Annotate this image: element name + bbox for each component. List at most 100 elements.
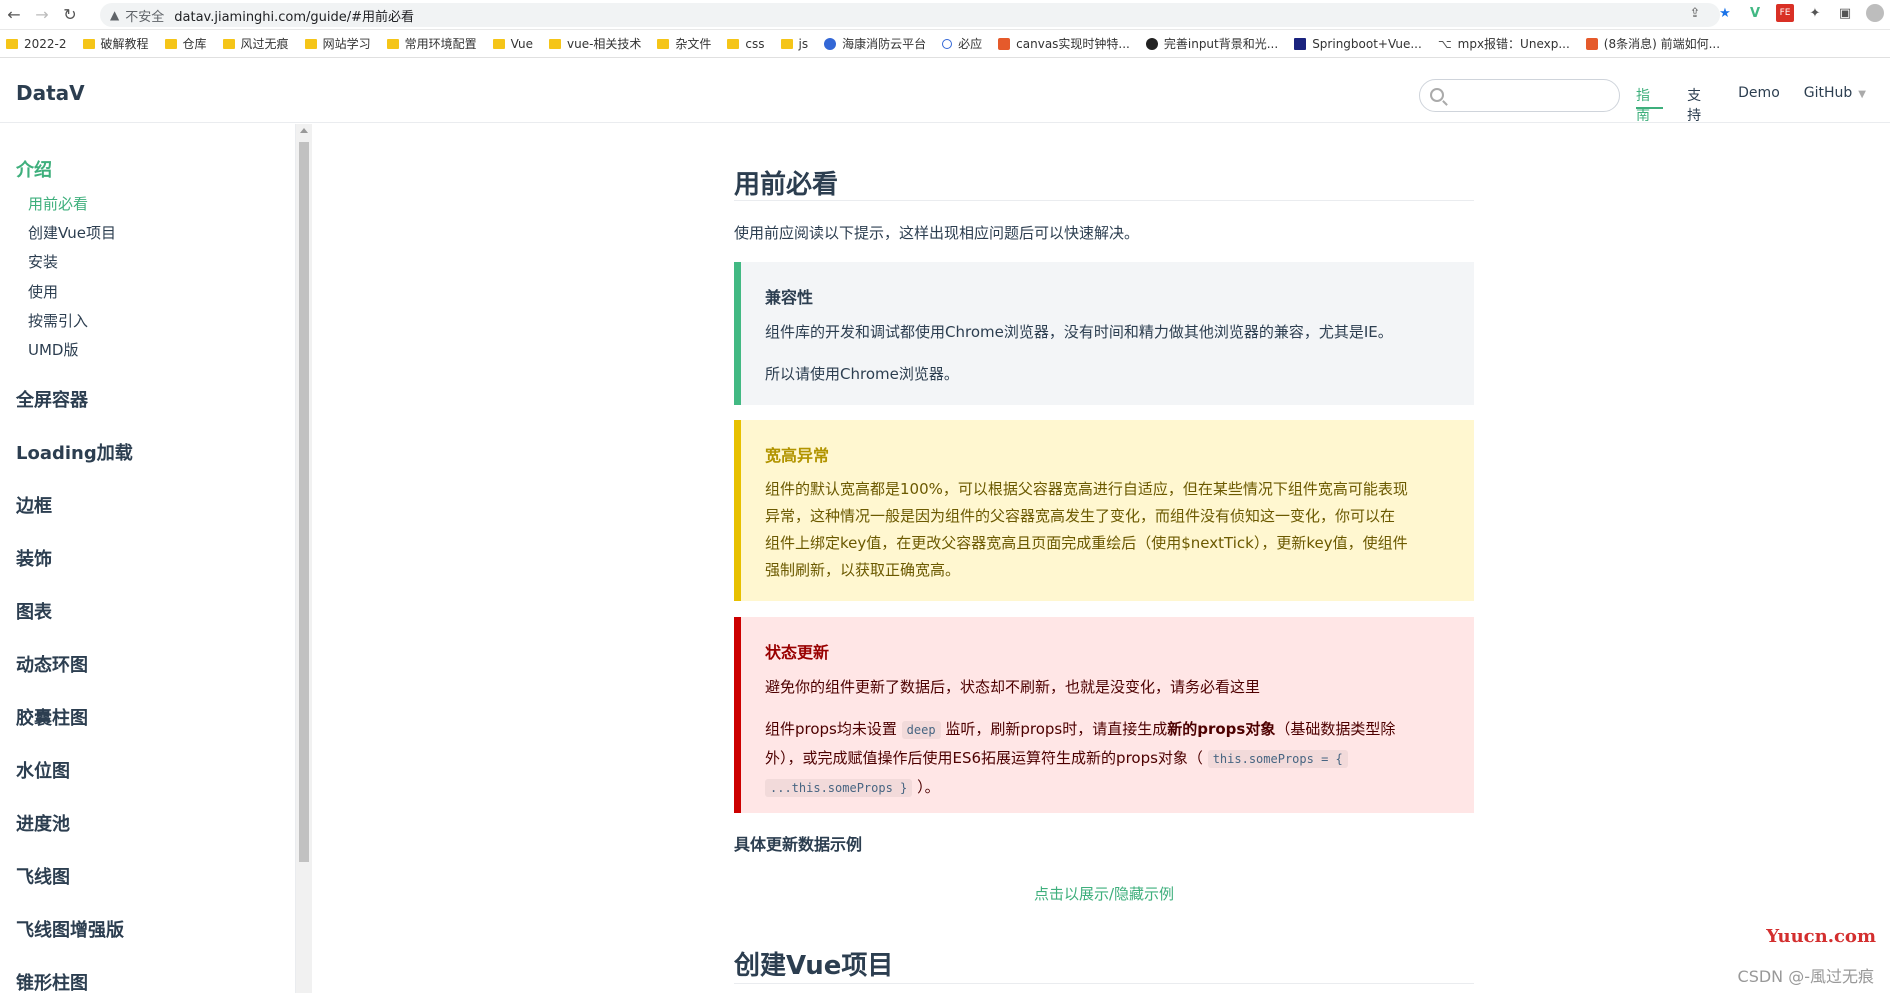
sidebar-group-border[interactable]: 边框	[16, 492, 52, 518]
search-box[interactable]	[1419, 79, 1620, 112]
nav-demo[interactable]: Demo	[1738, 85, 1780, 125]
sidebar-group-flyline[interactable]: 飞线图	[16, 863, 70, 889]
folder-icon	[548, 38, 561, 49]
folder-icon	[222, 38, 235, 49]
vue-devtools-icon[interactable]: V	[1746, 4, 1764, 22]
warning-line-2: 异常，这种情况一般是因为组件的父容器宽高发生了变化，而组件没有侦知这一变化，你可…	[765, 507, 1396, 525]
sidebar-group-charts[interactable]: 图表	[16, 598, 52, 624]
browser-actions: ⇪ ★ V FE ✦ ▣	[1686, 4, 1884, 22]
sidebar-item-before-use[interactable]: 用前必看	[28, 193, 88, 214]
forward-icon[interactable]: →	[28, 1, 56, 29]
bookmark-item[interactable]: 网站学习	[304, 35, 371, 52]
blue-icon	[824, 37, 837, 50]
bookmark-item[interactable]: css	[727, 36, 765, 51]
folder-icon	[780, 38, 793, 49]
sidebar-group-ring[interactable]: 动态环图	[16, 651, 88, 677]
bookmark-item[interactable]: Vue	[492, 36, 533, 51]
profile-avatar[interactable]	[1866, 4, 1884, 22]
fehelper-icon[interactable]: FE	[1776, 4, 1794, 22]
warning-line-4: 强制刷新，以获取正确宽高。	[765, 561, 961, 579]
bookmark-label: 杂文件	[675, 37, 712, 51]
sidebar-group-flyline-plus[interactable]: 飞线图增强版	[16, 916, 124, 942]
sidepanel-icon[interactable]: ▣	[1836, 4, 1854, 22]
csdn-icon	[998, 37, 1011, 50]
nav-guide[interactable]: 指南	[1636, 85, 1664, 125]
folder-icon	[6, 38, 18, 49]
toggle-example-link[interactable]: 点击以展示/隐藏示例	[734, 883, 1474, 904]
bookmark-item[interactable]: canvas实现时钟特...	[998, 35, 1130, 52]
folder-icon	[304, 38, 317, 49]
code-spread-2: ...this.someProps }	[765, 779, 913, 797]
nav-github[interactable]: GitHub ▼	[1804, 85, 1866, 125]
bookmark-label: 完善input背景和光...	[1163, 37, 1279, 51]
address-bar[interactable]: ▲ 不安全 datav.jiaminghi.com/guide/#用前必看	[100, 3, 1720, 27]
bookmark-item[interactable]: Springboot+Vue...	[1294, 37, 1422, 51]
bookmark-item[interactable]: 必应	[942, 35, 982, 52]
bookmark-label: css	[745, 36, 765, 51]
bookmark-label: 必应	[958, 37, 983, 51]
bookmark-item[interactable]: js	[780, 36, 809, 51]
bookmark-item[interactable]: 海康消防云平台	[824, 35, 926, 52]
chevron-down-icon: ▼	[1858, 89, 1866, 100]
sidebar-group-capsule[interactable]: 胶囊柱图	[16, 704, 88, 730]
sidebar-item-create-vue[interactable]: 创建Vue项目	[28, 222, 116, 243]
folder-icon	[386, 38, 399, 49]
insecure-label: 不安全	[125, 9, 165, 25]
danger-title: 状态更新	[765, 643, 830, 662]
sidebar-item-on-demand[interactable]: 按需引入	[28, 310, 88, 331]
bookmark-label: 风过无痕	[240, 37, 289, 51]
scrollbar-thumb[interactable]	[299, 142, 309, 862]
bookmark-item[interactable]: 常用环境配置	[386, 35, 477, 52]
sidebar-group-cone[interactable]: 锥形柱图	[16, 969, 88, 993]
sidebar-group-water[interactable]: 水位图	[16, 757, 70, 783]
bookmark-label: 破解教程	[100, 37, 149, 51]
nav-support[interactable]: 支持	[1687, 85, 1714, 125]
sidebar-item-umd[interactable]: UMD版	[28, 339, 78, 360]
sidebar-scrollbar[interactable]	[296, 124, 312, 993]
warning-line-3: 组件上绑定key值，在更改父容器宽高且页面完成重绘后（使用$nextTick），…	[765, 534, 1408, 552]
bookmark-label: mpx报错：Unexp...	[1457, 37, 1570, 51]
sidebar-item-install[interactable]: 安装	[28, 251, 58, 272]
bookmark-label: canvas实现时钟特...	[1016, 37, 1130, 51]
bookmark-item[interactable]: 完善input背景和光...	[1145, 35, 1279, 52]
scroll-up-icon[interactable]	[300, 128, 308, 133]
back-icon[interactable]: ←	[0, 1, 28, 29]
bookmark-item[interactable]: 破解教程	[82, 35, 149, 52]
sidebar-group-fullscreen[interactable]: 全屏容器	[16, 386, 88, 412]
bookmark-item[interactable]: ⌥ mpx报错：Unexp...	[1438, 35, 1570, 52]
reload-icon[interactable]: ↻	[56, 1, 84, 29]
sidebar-group-progress[interactable]: 进度池	[16, 810, 70, 836]
code-deep: deep	[901, 721, 941, 739]
bookmark-item[interactable]: vue-相关技术	[548, 35, 641, 52]
danger-text-b: 监听，刷新props时，请直接生成	[945, 720, 1168, 738]
bookmark-star-icon[interactable]: ★	[1716, 4, 1734, 22]
bookmark-label: 仓库	[182, 37, 207, 51]
danger-text-c: （基础数据类型除	[1275, 720, 1396, 738]
sidebar-group-intro[interactable]: 介绍	[16, 156, 52, 182]
bookmark-label: 2022-2	[24, 36, 67, 51]
warning-line-1: 组件的默认宽高都是100%，可以根据父容器宽高进行自适应，但在某些情况下组件宽高…	[765, 480, 1408, 498]
bookmark-label: js	[798, 36, 809, 51]
share-icon[interactable]: ⇪	[1686, 4, 1704, 22]
tip-title: 兼容性	[765, 288, 814, 307]
example-heading: 具体更新数据示例	[734, 835, 863, 854]
bookmark-item[interactable]: 杂文件	[657, 35, 711, 52]
danger-box: 状态更新 避免你的组件更新了数据后，状态却不刷新，也就是没变化，请务必看这里 组…	[734, 617, 1474, 813]
sidebar-group-loading[interactable]: Loading加载	[16, 439, 133, 465]
bookmark-item[interactable]: 风过无痕	[222, 35, 289, 52]
bookmark-label: Vue	[510, 36, 533, 51]
tip-text-1: 组件库的开发和调试都使用Chrome浏览器，没有时间和精力做其他浏览器的兼容，尤…	[765, 323, 1393, 341]
github-icon	[1145, 37, 1158, 50]
site-logo[interactable]: DataV	[16, 81, 85, 105]
danger-text-1: 避免你的组件更新了数据后，状态却不刷新，也就是没变化，请务必看这里	[765, 678, 1261, 696]
search-input[interactable]	[1450, 85, 1610, 107]
sidebar-item-usage[interactable]: 使用	[28, 281, 58, 302]
bookmark-item[interactable]: (8条消息) 前端如何...	[1585, 35, 1720, 52]
bookmark-item[interactable]: 仓库	[164, 35, 207, 52]
extensions-icon[interactable]: ✦	[1806, 4, 1824, 22]
danger-text-a: 组件props均未设置	[765, 720, 897, 738]
intro-text: 使用前应阅读以下提示，这样出现相应问题后可以快速解决。	[734, 224, 1140, 242]
bookmark-item[interactable]: 2022-2	[6, 37, 67, 51]
sidebar-group-decoration[interactable]: 装饰	[16, 545, 52, 571]
danger-strong: 新的props对象	[1167, 720, 1276, 738]
